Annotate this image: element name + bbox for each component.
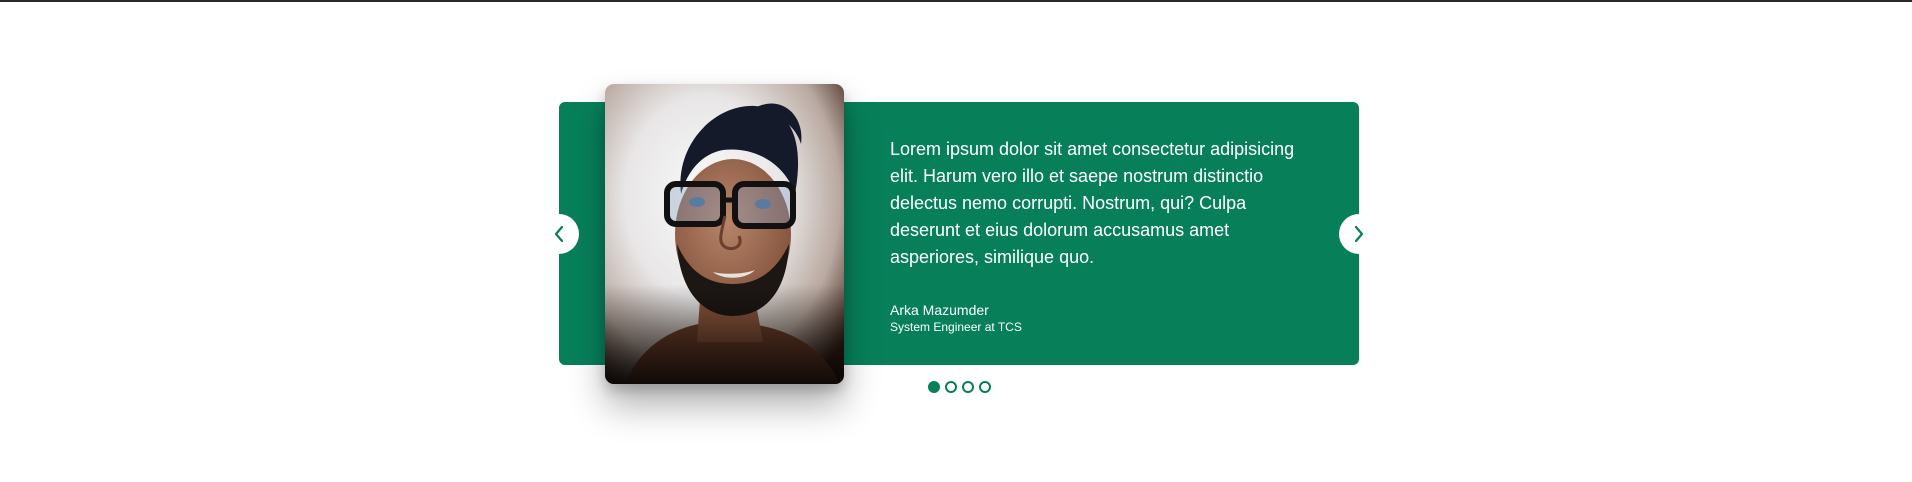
author-photo xyxy=(605,84,844,384)
chevron-right-icon xyxy=(1353,225,1365,243)
pagination-dot[interactable] xyxy=(928,381,940,393)
previous-button[interactable] xyxy=(539,214,579,254)
pagination-dots xyxy=(928,381,991,393)
chevron-left-icon xyxy=(553,225,565,243)
pagination-dot[interactable] xyxy=(945,381,957,393)
pagination-dot[interactable] xyxy=(979,381,991,393)
author-role: System Engineer at TCS xyxy=(890,320,1022,334)
testimonial-quote: Lorem ipsum dolor sit amet consectetur a… xyxy=(890,139,1295,267)
next-button[interactable] xyxy=(1339,214,1379,254)
author-name: Arka Mazumder xyxy=(890,302,989,318)
testimonial-carousel: Lorem ipsum dolor sit amet consectetur a… xyxy=(0,0,1912,482)
pagination-dot[interactable] xyxy=(962,381,974,393)
